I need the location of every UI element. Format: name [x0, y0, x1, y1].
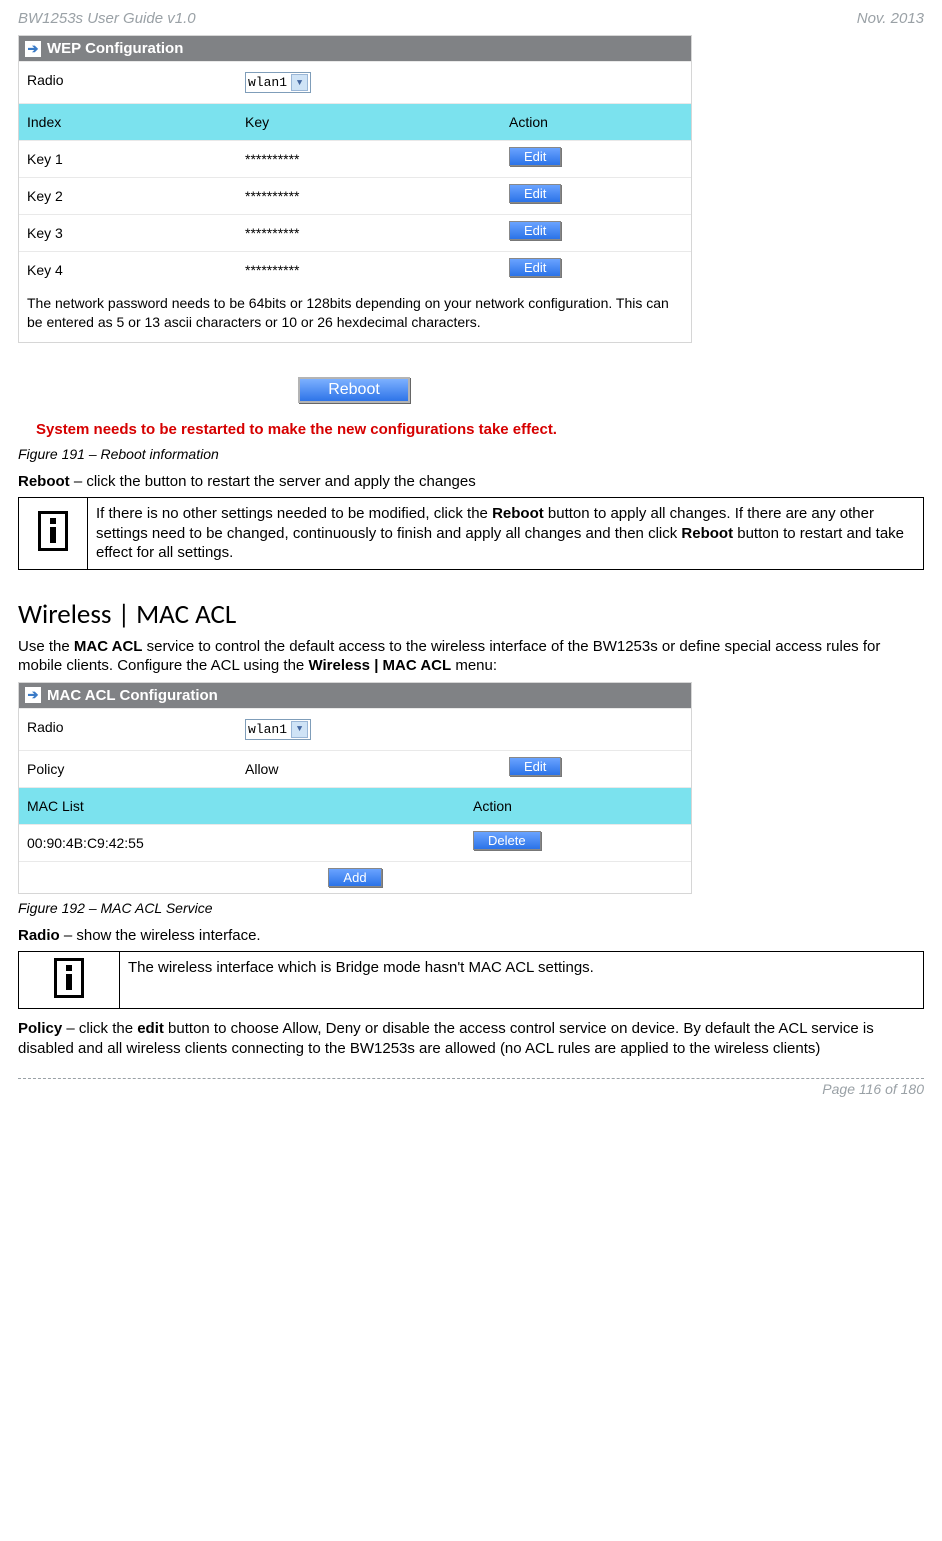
reboot-area: Reboot — [18, 377, 690, 403]
delete-button[interactable]: Delete — [473, 831, 541, 850]
edit-button[interactable]: Edit — [509, 757, 561, 776]
wep-title: WEP Configuration — [47, 40, 183, 57]
wep-radio-row: Radio wlan1 ▼ — [19, 61, 691, 103]
radio-select[interactable]: wlan1 ▼ — [245, 719, 311, 740]
radio-value: wlan1 — [248, 75, 287, 90]
table-row: Key 4 ********** Edit — [19, 251, 691, 288]
wep-panel-header: ➔ WEP Configuration — [19, 36, 691, 61]
page-header: BW1253s User Guide v1.0 Nov. 2013 — [18, 10, 924, 27]
reboot-desc: Reboot – click the button to restart the… — [18, 472, 924, 492]
macacl-radio-row: Radio wlan1 ▼ — [19, 708, 691, 750]
chevron-down-icon: ▼ — [291, 74, 308, 91]
wep-note: The network password needs to be 64bits … — [19, 288, 691, 342]
radio-desc: Radio – show the wireless interface. — [18, 926, 924, 946]
radio-select[interactable]: wlan1 ▼ — [245, 72, 311, 93]
reboot-warning: System needs to be restarted to make the… — [36, 421, 676, 438]
section-heading: Wireless | MAC ACL — [18, 598, 924, 631]
col-index: Index — [19, 104, 237, 140]
col-key: Key — [237, 104, 501, 140]
add-row: Add — [19, 861, 691, 893]
doc-date: Nov. 2013 — [857, 10, 924, 27]
macacl-list-header: MAC List Action — [19, 787, 691, 824]
macacl-intro: Use the MAC ACL service to control the d… — [18, 637, 924, 676]
reboot-button[interactable]: Reboot — [298, 377, 410, 403]
macacl-header: ➔ MAC ACL Configuration — [19, 683, 691, 708]
info-icon — [38, 511, 68, 551]
add-button[interactable]: Add — [328, 868, 381, 887]
edit-button[interactable]: Edit — [509, 147, 561, 166]
arrow-icon: ➔ — [25, 687, 41, 703]
mac-address: 00:90:4B:C9:42:55 — [19, 825, 465, 861]
policy-desc: Policy – click the edit button to choose… — [18, 1019, 924, 1058]
col-action: Action — [501, 104, 691, 140]
table-row: Key 2 ********** Edit — [19, 177, 691, 214]
info-text: The wireless interface which is Bridge m… — [120, 952, 924, 1009]
macacl-policy-row: Policy Allow Edit — [19, 750, 691, 787]
arrow-icon: ➔ — [25, 41, 41, 57]
macacl-title: MAC ACL Configuration — [47, 687, 218, 704]
page-footer: Page 116 of 180 — [18, 1081, 924, 1097]
wep-config-panel: ➔ WEP Configuration Radio wlan1 ▼ Index … — [18, 35, 692, 343]
wep-header-row: Index Key Action — [19, 103, 691, 140]
footer-divider — [18, 1078, 924, 1079]
mac-row: 00:90:4B:C9:42:55 Delete — [19, 824, 691, 861]
edit-button[interactable]: Edit — [509, 221, 561, 240]
figure-caption: Figure 192 – MAC ACL Service — [18, 900, 924, 916]
doc-title: BW1253s User Guide v1.0 — [18, 10, 196, 27]
info-table-reboot: If there is no other settings needed to … — [18, 497, 924, 570]
info-text: If there is no other settings needed to … — [88, 498, 924, 570]
info-icon — [54, 958, 84, 998]
edit-button[interactable]: Edit — [509, 184, 561, 203]
info-icon-cell — [19, 952, 120, 1009]
edit-button[interactable]: Edit — [509, 258, 561, 277]
table-row: Key 1 ********** Edit — [19, 140, 691, 177]
info-icon-cell — [19, 498, 88, 570]
radio-label: Radio — [19, 62, 237, 103]
table-row: Key 3 ********** Edit — [19, 214, 691, 251]
info-table-macacl: The wireless interface which is Bridge m… — [18, 951, 924, 1009]
macacl-panel: ➔ MAC ACL Configuration Radio wlan1 ▼ Po… — [18, 682, 692, 894]
figure-caption: Figure 191 – Reboot information — [18, 446, 924, 462]
chevron-down-icon: ▼ — [291, 721, 308, 738]
